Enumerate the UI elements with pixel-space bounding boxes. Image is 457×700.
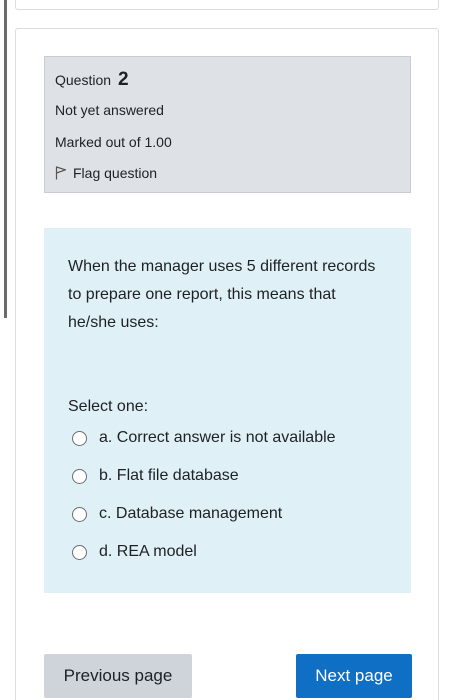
flag-question-link[interactable]: Flag question xyxy=(55,165,157,181)
answer-option-label: a. Correct answer is not available xyxy=(99,429,336,446)
select-one-prompt: Select one: xyxy=(68,398,149,415)
previous-page-button[interactable]: Previous page xyxy=(44,654,192,698)
answer-option-a[interactable]: a. Correct answer is not available xyxy=(72,429,336,447)
flag-icon xyxy=(55,166,73,180)
quiz-page: Question 2 Not yet answered Marked out o… xyxy=(0,0,457,700)
answer-option-label: b. Flat file database xyxy=(99,467,239,484)
question-number: 2 xyxy=(117,69,129,90)
flag-question-label: Flag question xyxy=(73,165,158,181)
question-text: When the manager uses 5 different record… xyxy=(68,258,376,331)
next-page-button[interactable]: Next page xyxy=(296,654,412,698)
left-border-rule xyxy=(4,0,7,318)
question-heading: Question 2 xyxy=(55,69,129,91)
question-info-panel: Question 2 Not yet answered Marked out o… xyxy=(44,56,411,193)
question-content: When the manager uses 5 different record… xyxy=(44,228,411,593)
radio-unchecked-icon[interactable] xyxy=(72,430,87,446)
answer-status: Not yet answered xyxy=(55,102,164,118)
question-label: Question xyxy=(55,72,112,88)
answer-option-c[interactable]: c. Database management xyxy=(72,505,282,523)
answer-option-label: d. REA model xyxy=(99,543,197,560)
answer-option-d[interactable]: d. REA model xyxy=(72,543,197,561)
marks-info: Marked out of 1.00 xyxy=(55,134,172,150)
answer-option-label: c. Database management xyxy=(99,505,283,522)
radio-unchecked-icon[interactable] xyxy=(72,544,87,560)
previous-question-card xyxy=(15,0,439,10)
answer-option-b[interactable]: b. Flat file database xyxy=(72,467,239,485)
radio-unchecked-icon[interactable] xyxy=(72,506,87,522)
radio-unchecked-icon[interactable] xyxy=(72,468,87,484)
